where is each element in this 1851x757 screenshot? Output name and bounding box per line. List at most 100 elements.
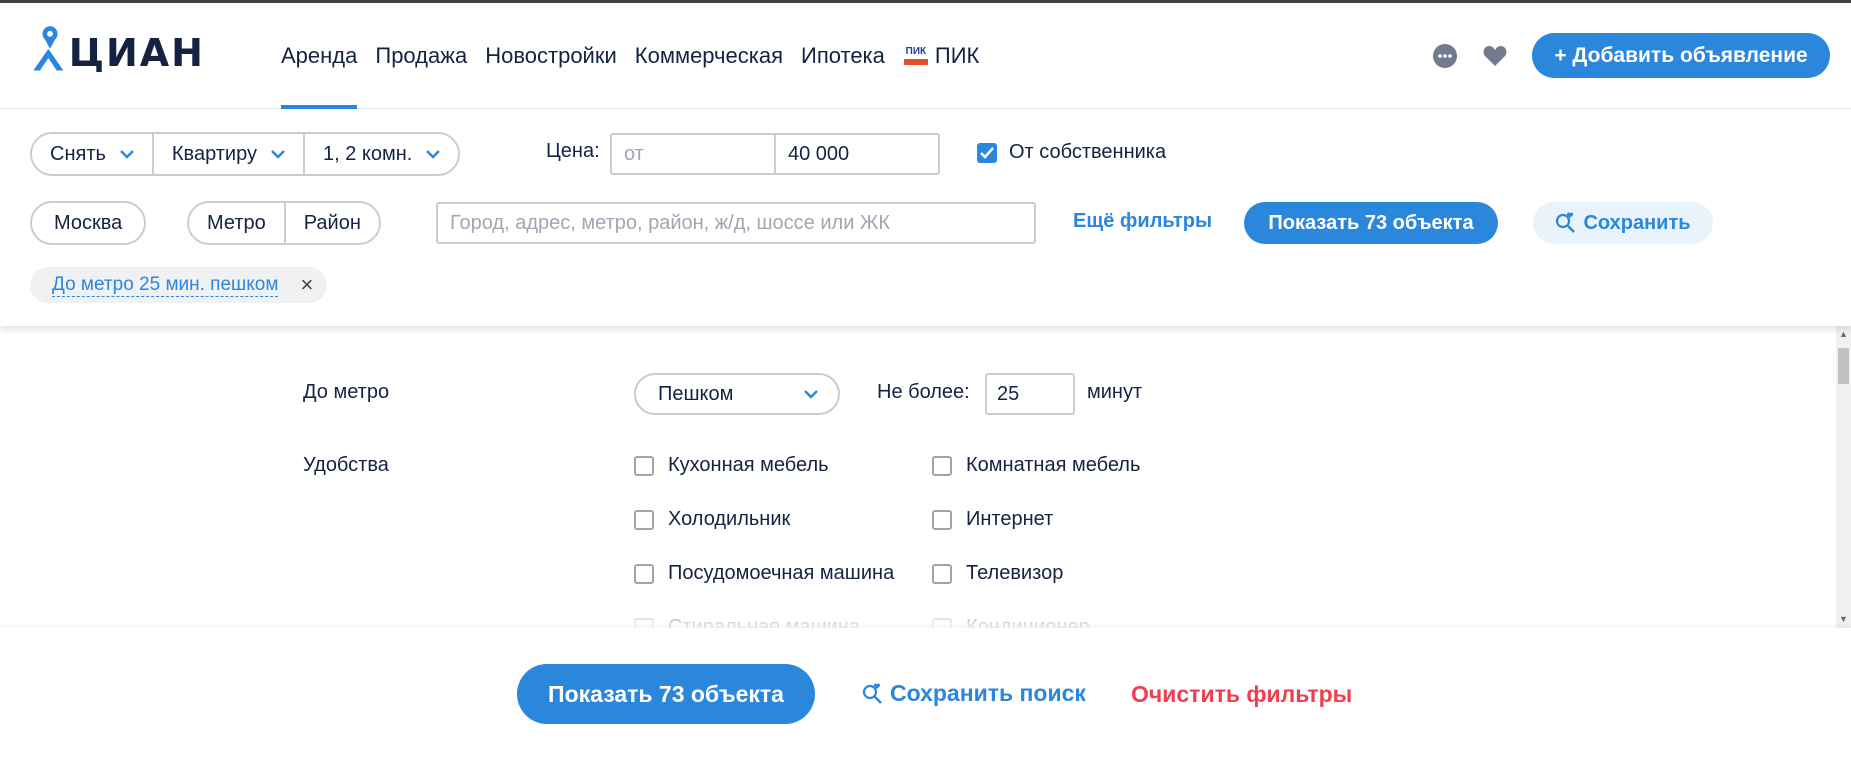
metro-distance-label: До метро (303, 381, 390, 403)
location-search-input[interactable]: Город, адрес, метро, район, ж/д, шоссе и… (436, 202, 1036, 244)
city-value: Москва (54, 211, 123, 234)
metro-mode-select[interactable]: Пешком (634, 373, 840, 415)
district-label: Район (303, 211, 361, 234)
show-results-button-bottom[interactable]: Показать 73 объекта (517, 664, 815, 724)
nav-pik[interactable]: ПИК ПИК (903, 3, 979, 109)
nav-rent[interactable]: Аренда (281, 3, 358, 109)
chevron-down-icon (426, 150, 441, 159)
chip-metro-time[interactable]: До метро 25 мин. пешком (52, 274, 279, 297)
pik-logo-icon: ПИК (903, 44, 929, 68)
checkmark-icon (980, 147, 994, 159)
show-results-button[interactable]: Показать 73 объекта (1244, 202, 1498, 244)
search-heart-icon (1556, 212, 1576, 233)
metro-label: Метро (207, 211, 266, 234)
amenity-internet[interactable]: Интернет (932, 508, 1053, 531)
logo-text: ЦИАН (68, 31, 205, 75)
main-nav: Аренда Продажа Новостройки Коммерческая … (281, 3, 997, 109)
filter-panel: Снять Квартиру 1, 2 комн. Цена: от 40 00… (0, 110, 1851, 326)
amenity-label: Посудомоечная машина (668, 562, 895, 584)
city-select[interactable]: Москва (32, 203, 144, 243)
district-button[interactable]: Район (283, 203, 379, 243)
metro-mode-value: Пешком (658, 382, 734, 405)
add-listing-button[interactable]: + Добавить объявление (1532, 33, 1830, 78)
nav-rent-label: Аренда (281, 43, 358, 68)
checkbox[interactable] (634, 563, 654, 584)
clear-filters-link[interactable]: Очистить фильтры (1131, 681, 1352, 708)
nav-sale[interactable]: Продажа (375, 3, 467, 109)
amenity-label: Интернет (966, 508, 1054, 530)
checkbox[interactable] (634, 509, 654, 530)
scroll-down-icon[interactable]: ▼ (1839, 615, 1848, 624)
metro-button[interactable]: Метро (189, 203, 284, 243)
checkbox[interactable] (932, 455, 952, 476)
chat-icon[interactable] (1432, 43, 1458, 69)
heart-icon[interactable] (1482, 43, 1508, 69)
price-from-input[interactable]: от (610, 133, 776, 175)
checkbox[interactable] (932, 509, 952, 530)
minutes-input[interactable]: 25 (985, 373, 1075, 415)
close-icon[interactable]: × (300, 274, 313, 296)
scroll-up-icon[interactable]: ▲ (1839, 330, 1848, 339)
site-header: ЦИАН Аренда Продажа Новостройки Коммерче… (0, 3, 1851, 109)
chevron-down-icon (271, 150, 285, 159)
nav-new-buildings[interactable]: Новостройки (485, 3, 617, 109)
object-type-value: Квартиру (171, 142, 257, 165)
amenity-label: Кондиционер (966, 616, 1090, 628)
not-more-label: Не более: (877, 381, 970, 403)
nav-sale-label: Продажа (375, 43, 468, 68)
location-filter-group: Метро Район (187, 201, 381, 245)
amenity-washing-machine[interactable]: Стиральная машина (634, 616, 860, 628)
minutes-unit: минут (1087, 381, 1143, 403)
save-search-label: Сохранить (1583, 211, 1691, 234)
extended-filters: До метро Пешком Не более: 25 минут Удобс… (0, 326, 1836, 628)
nav-commercial[interactable]: Коммерческая (635, 3, 783, 109)
deal-type-value: Снять (50, 142, 106, 165)
price-to-input[interactable]: 40 000 (774, 133, 940, 175)
rooms-value: 1, 2 комн. (323, 142, 413, 165)
amenity-room-furniture[interactable]: Комнатная мебель (932, 454, 1140, 477)
amenity-label: Холодильник (668, 508, 791, 530)
save-search-link[interactable]: Сохранить поиск (862, 680, 1086, 707)
object-type-select[interactable]: Квартиру (151, 134, 303, 174)
price-label: Цена: (546, 140, 600, 162)
amenity-label: Кухонная мебель (668, 454, 829, 476)
search-heart-icon (862, 683, 882, 704)
amenities-label: Удобства (303, 454, 389, 476)
rooms-select[interactable]: 1, 2 комн. (303, 134, 458, 174)
city-filter-group: Москва (30, 201, 147, 245)
save-search-label: Сохранить поиск (890, 680, 1086, 706)
scroll-fade (0, 594, 1836, 628)
owner-label: От собственника (1009, 141, 1167, 163)
active-filter-chip: До метро 25 мин. пешком × (30, 267, 328, 303)
scrollbar-thumb[interactable] (1838, 348, 1849, 384)
nav-mortgage-label: Ипотека (801, 43, 885, 68)
nav-commercial-label: Коммерческая (634, 43, 784, 68)
checkbox[interactable] (634, 455, 654, 476)
chevron-down-icon (120, 150, 134, 159)
cian-logo[interactable]: ЦИАН (30, 17, 205, 79)
amenity-label: Телевизор (966, 562, 1064, 584)
amenity-tv[interactable]: Телевизор (932, 562, 1063, 585)
checkbox[interactable] (932, 563, 952, 584)
amenity-dishwasher[interactable]: Посудомоечная машина (634, 562, 894, 585)
scrollbar[interactable]: ▲ ▼ (1836, 326, 1851, 628)
pik-badge-text: ПИК (905, 46, 927, 57)
amenity-fridge[interactable]: Холодильник (634, 508, 790, 531)
save-search-button[interactable]: Сохранить (1533, 202, 1713, 244)
amenity-label: Стиральная машина (668, 616, 860, 628)
nav-mortgage[interactable]: Ипотека (801, 3, 885, 109)
logo-house-pin-icon (33, 26, 64, 71)
chevron-down-icon (804, 390, 818, 399)
nav-pik-label: ПИК (934, 43, 980, 68)
amenity-label: Комнатная мебель (966, 454, 1141, 476)
more-filters-link[interactable]: Ещё фильтры (1073, 210, 1212, 233)
checkbox[interactable] (932, 617, 952, 628)
amenity-air-conditioner[interactable]: Кондиционер (932, 616, 1090, 628)
deal-type-select[interactable]: Снять (32, 134, 152, 174)
amenity-kitchen-furniture[interactable]: Кухонная мебель (634, 454, 829, 477)
filter-footer: Показать 73 объекта Сохранить поиск Очис… (0, 628, 1851, 757)
owner-checkbox[interactable] (977, 143, 997, 163)
nav-new-buildings-label: Новостройки (485, 43, 617, 68)
checkbox[interactable] (634, 617, 654, 628)
deal-filter-group: Снять Квартиру 1, 2 комн. (30, 132, 461, 176)
